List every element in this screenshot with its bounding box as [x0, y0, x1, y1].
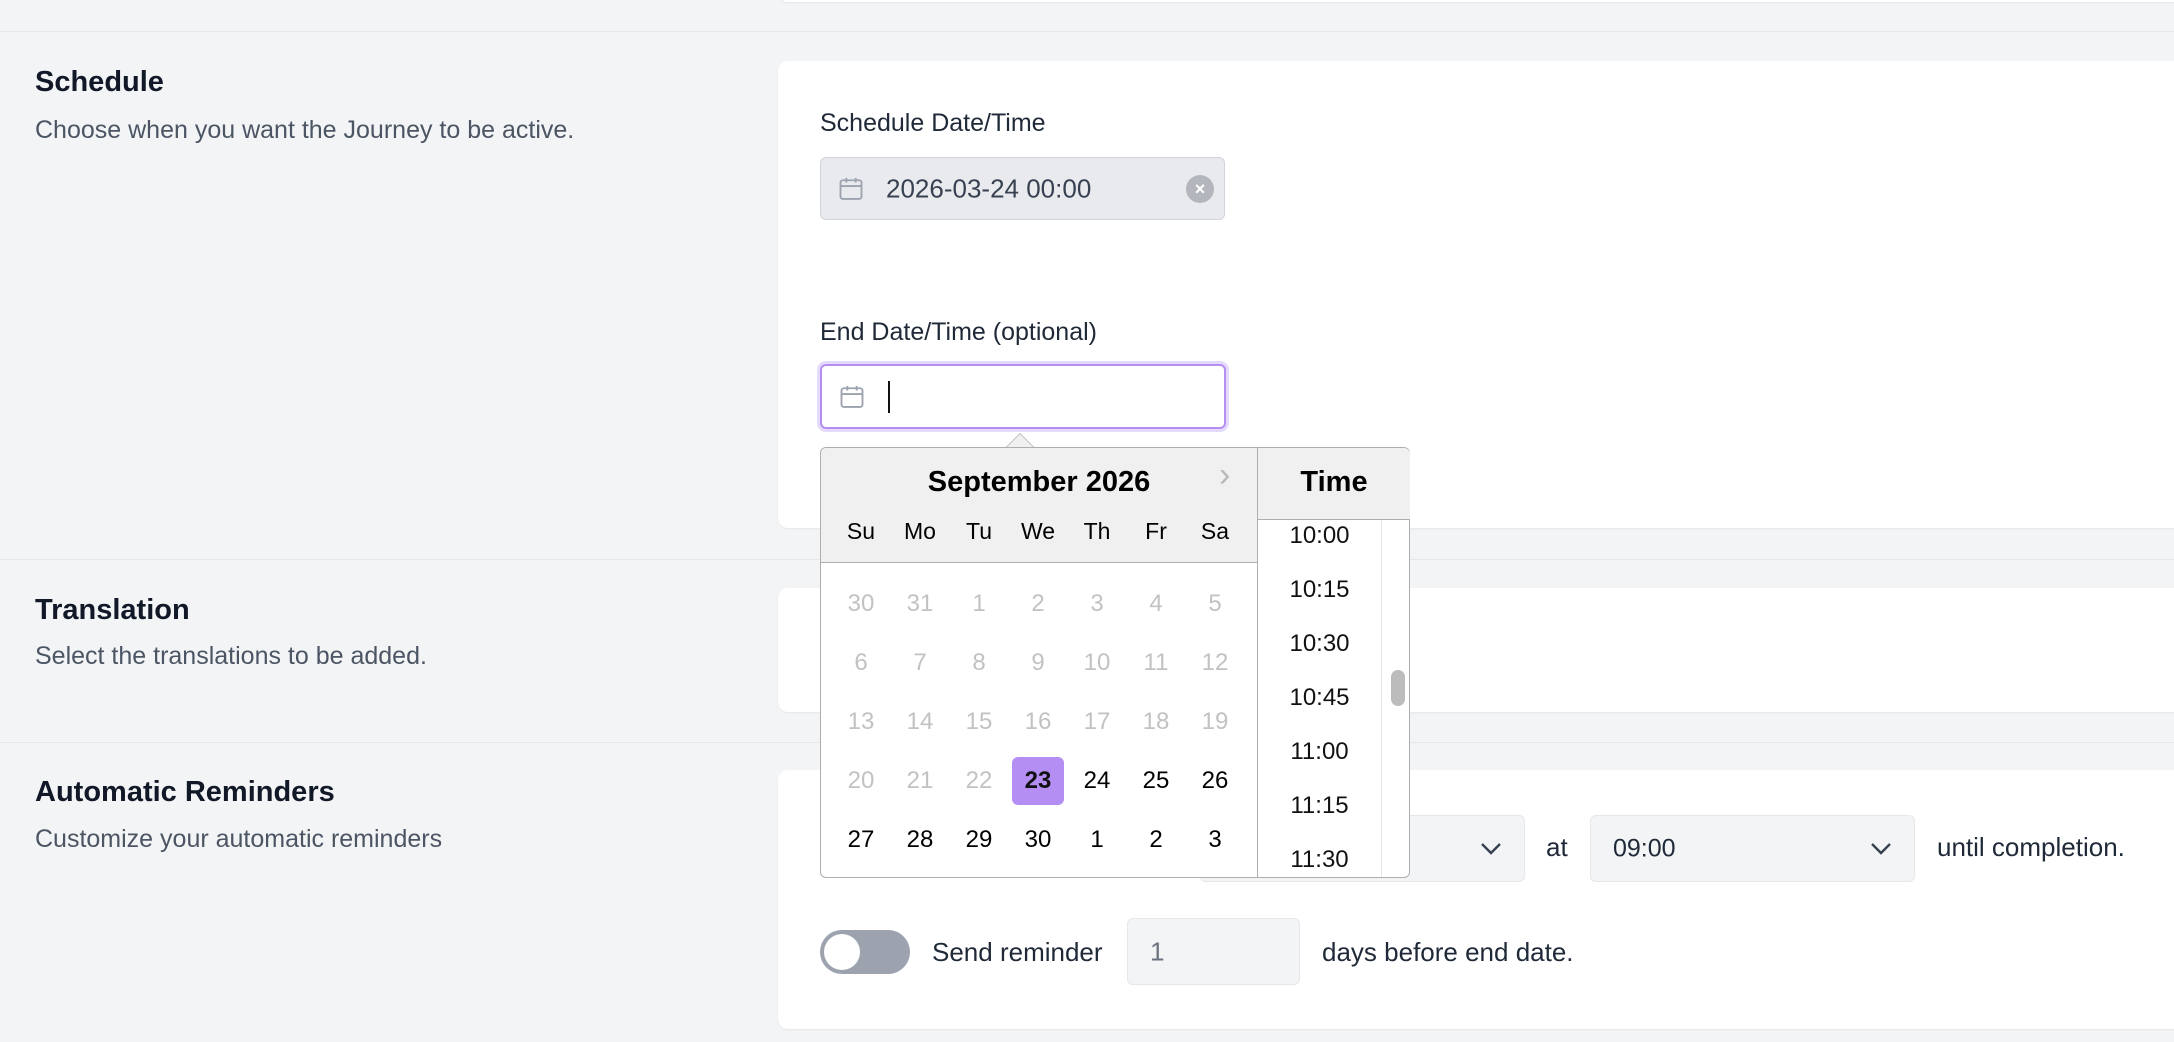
weekday-label: Fr [1145, 518, 1167, 544]
time-option[interactable]: 11:00 [1258, 738, 1381, 766]
calendar-day[interactable]: 2 [1012, 580, 1064, 628]
reminder-time-value: 09:00 [1613, 834, 1676, 862]
reminder-days-input[interactable]: 1 [1127, 918, 1300, 985]
weekday-label: We [1020, 518, 1056, 544]
time-column: Time 10:00 10:15 10:30 10:45 11:00 11:15 11:30 [1257, 448, 1410, 877]
calendar-day[interactable]: 12 [1189, 639, 1241, 687]
time-scrollbar[interactable] [1391, 670, 1405, 706]
calendar-day[interactable]: 14 [894, 698, 946, 746]
calendar-day[interactable]: 18 [1130, 698, 1182, 746]
calendar-day[interactable]: 26 [1189, 757, 1241, 805]
divider-top [0, 31, 2174, 32]
translation-title: Translation [35, 594, 190, 626]
calendar-day[interactable]: 3 [1071, 580, 1123, 628]
reminders-title: Automatic Reminders [35, 776, 335, 808]
toggle-knob [824, 934, 860, 970]
time-option[interactable]: 10:30 [1258, 630, 1381, 658]
calendar-icon [840, 385, 864, 408]
calendar-day[interactable]: 11 [1130, 639, 1182, 687]
calendar-day[interactable]: 1 [1071, 816, 1123, 864]
calendar-day[interactable]: 30 [835, 580, 887, 628]
selected-day[interactable]: 23 [1012, 757, 1064, 805]
text-caret [888, 380, 890, 413]
datepicker-arrow [1005, 433, 1035, 448]
schedule-title: Schedule [35, 66, 164, 98]
time-option[interactable]: 10:00 [1258, 522, 1381, 550]
previous-section-card [778, 0, 2174, 2]
time-option[interactable]: 11:30 [1258, 846, 1381, 874]
chevron-down-icon [1481, 842, 1501, 855]
calendar-day[interactable]: 21 [894, 757, 946, 805]
month-label: September 2026 [927, 466, 1151, 498]
weekday-label: Sa [1200, 518, 1230, 544]
calendar-day[interactable]: 31 [894, 580, 946, 628]
time-option[interactable]: 11:15 [1258, 792, 1381, 820]
clear-icon[interactable]: × [1186, 174, 1214, 203]
reminder-time-select[interactable]: 09:00 [1590, 815, 1915, 882]
time-title: Time [1300, 466, 1368, 498]
month-header: September 2026 › Su Mo Tu We Th Fr Sa [821, 448, 1257, 563]
calendar-day[interactable]: 3 [1189, 816, 1241, 864]
schedule-date-value: 2026-03-24 00:00 [886, 173, 1092, 203]
calendar-day[interactable]: 29 [953, 816, 1005, 864]
calendar-day[interactable]: 24 [1071, 757, 1123, 805]
schedule-description: Choose when you want the Journey to be a… [35, 116, 575, 144]
reminder-days-value: 1 [1150, 936, 1165, 966]
datepicker-popup: September 2026 › Su Mo Tu We Th Fr Sa 30 31 1 2 3 4… [820, 447, 1410, 878]
calendar-day[interactable]: 25 [1130, 757, 1182, 805]
calendar-day[interactable]: 9 [1012, 639, 1064, 687]
weekday-label: Su [846, 518, 876, 544]
calendar-day[interactable]: 13 [835, 698, 887, 746]
calendar-day[interactable]: 28 [894, 816, 946, 864]
chevron-down-icon [1871, 842, 1891, 855]
calendar-day[interactable]: 27 [835, 816, 887, 864]
calendar-day[interactable]: 7 [894, 639, 946, 687]
calendar-icon [839, 177, 863, 200]
send-reminder-label: Send reminder [932, 937, 1103, 967]
calendar-day[interactable]: 6 [835, 639, 887, 687]
calendar-day[interactable]: 17 [1071, 698, 1123, 746]
calendar-day[interactable]: 15 [953, 698, 1005, 746]
time-option[interactable]: 10:15 [1258, 576, 1381, 604]
weekday-label: Mo [904, 518, 936, 544]
send-reminder-toggle[interactable] [820, 930, 910, 974]
schedule-date-input[interactable]: 2026-03-24 00:00 × [820, 157, 1225, 220]
weekday-label: Th [1083, 518, 1111, 544]
days-before-label: days before end date. [1322, 937, 1574, 967]
calendar-day[interactable]: 19 [1189, 698, 1241, 746]
schedule-date-label: Schedule Date/Time [820, 109, 1046, 137]
calendar-day[interactable]: 5 [1189, 580, 1241, 628]
reminders-description: Customize your automatic reminders [35, 825, 443, 853]
calendar-day[interactable]: 1 [953, 580, 1005, 628]
calendar-day[interactable]: 20 [835, 757, 887, 805]
until-completion-label: until completion. [1937, 832, 2125, 862]
translation-description: Select the translations to be added. [35, 642, 427, 670]
time-list[interactable]: 10:00 10:15 10:30 10:45 11:00 11:15 11:30 [1258, 520, 1382, 877]
end-date-input[interactable] [820, 364, 1226, 429]
calendar-day[interactable]: 10 [1071, 639, 1123, 687]
calendar-day[interactable]: 8 [953, 639, 1005, 687]
weekday-label: Tu [966, 518, 992, 544]
calendar-day[interactable]: 30 [1012, 816, 1064, 864]
calendar-day[interactable]: 16 [1012, 698, 1064, 746]
at-label: at [1546, 832, 1568, 862]
end-date-label: End Date/Time (optional) [820, 318, 1097, 346]
calendar-day[interactable]: 4 [1130, 580, 1182, 628]
time-header: Time [1258, 448, 1410, 520]
calendar-day[interactable]: 22 [953, 757, 1005, 805]
calendar-day[interactable]: 2 [1130, 816, 1182, 864]
time-option[interactable]: 10:45 [1258, 684, 1381, 712]
next-month-icon[interactable]: › [1219, 456, 1230, 495]
